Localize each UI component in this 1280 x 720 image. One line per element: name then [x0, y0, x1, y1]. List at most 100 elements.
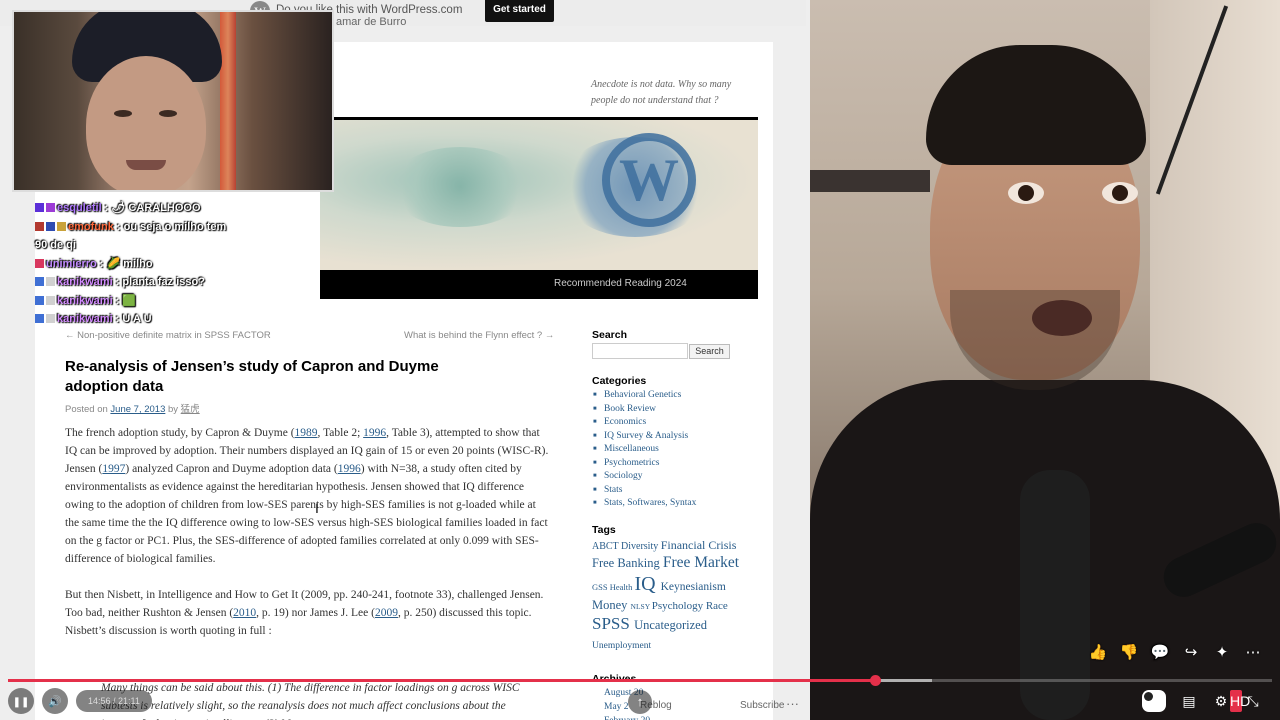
- chat-text-continuation: 90 de qi: [35, 239, 76, 251]
- tag-link[interactable]: SPSS: [592, 614, 634, 633]
- citation-link[interactable]: 2010: [233, 607, 256, 619]
- search-button[interactable]: Search: [689, 344, 730, 359]
- chat-emote-icon: 🟩: [122, 294, 137, 307]
- tag-link[interactable]: IQ: [635, 573, 661, 595]
- dislike-icon[interactable]: 👎: [1119, 643, 1139, 663]
- text-cursor-icon: I: [315, 500, 319, 516]
- category-link[interactable]: Book Review: [592, 403, 696, 417]
- seek-handle[interactable]: [870, 675, 881, 686]
- scroll-up-button[interactable]: ↑: [628, 690, 652, 714]
- next-post-link[interactable]: What is behind the Flynn effect ? →: [404, 330, 554, 341]
- category-link[interactable]: Stats: [592, 484, 696, 498]
- chat-username[interactable]: esquletil: [57, 202, 102, 214]
- autoplay-toggle[interactable]: [1142, 690, 1166, 712]
- tag-link[interactable]: Money: [592, 598, 631, 612]
- citation-link[interactable]: 1997: [102, 463, 125, 475]
- category-link[interactable]: Psychometrics: [592, 457, 696, 471]
- blockquote: Many things can be said about this. (1) …: [101, 682, 520, 720]
- captions-icon[interactable]: ▤: [1178, 690, 1200, 712]
- chat-text: planta faz isso?: [122, 276, 205, 288]
- tag-link[interactable]: Diversity: [621, 541, 661, 552]
- seek-bar[interactable]: [8, 675, 1272, 686]
- chat-badge-icon: [35, 314, 44, 323]
- tag-link[interactable]: Free Market: [663, 554, 739, 571]
- tag-link[interactable]: Psychology: [652, 600, 706, 612]
- chat-separator: :: [96, 257, 107, 270]
- chat-message: kanikwami : 🟩: [35, 292, 355, 311]
- category-link[interactable]: Sociology: [592, 470, 696, 484]
- tag-link[interactable]: Unemployment: [592, 641, 651, 651]
- time-display: 14:56 / 21:11: [76, 690, 152, 712]
- settings-icon[interactable]: ⚙: [1210, 690, 1232, 712]
- chat-username[interactable]: unimierro: [46, 258, 97, 270]
- more-options-icon[interactable]: ···: [786, 696, 799, 711]
- archive-link[interactable]: February 20: [604, 714, 650, 720]
- chat-separator: :: [112, 313, 123, 325]
- citation-link[interactable]: 1989: [295, 427, 318, 439]
- tag-link[interactable]: ABCT: [592, 541, 621, 552]
- citation-link[interactable]: 1996: [363, 427, 386, 439]
- chat-message: emofunk : ou seja o milho tem: [35, 218, 355, 237]
- previous-post-link[interactable]: ← Non-positive definite matrix in SPSS F…: [65, 330, 271, 341]
- presenter-video: [810, 0, 1280, 720]
- pause-icon: ❚❚: [12, 697, 30, 708]
- chat-username[interactable]: kanikwami: [57, 295, 113, 307]
- category-link[interactable]: IQ Survey & Analysis: [592, 430, 696, 444]
- tag-link[interactable]: NLSY: [631, 602, 652, 611]
- menu-item-recommended-reading[interactable]: Recommended Reading 2024: [554, 278, 687, 289]
- chat-text: CARALHOOO: [125, 202, 201, 214]
- category-link[interactable]: Behavioral Genetics: [592, 389, 696, 403]
- tag-link[interactable]: Health: [610, 582, 635, 592]
- pause-button[interactable]: ❚❚: [8, 688, 34, 714]
- chat-separator: :: [112, 294, 123, 307]
- search-heading: Search: [592, 329, 628, 341]
- comment-icon[interactable]: 💬: [1150, 643, 1170, 663]
- category-link[interactable]: Stats, Softwares, Syntax: [592, 497, 696, 511]
- share-icon[interactable]: ↪: [1181, 643, 1201, 663]
- meta-by: by: [165, 404, 181, 415]
- tag-link[interactable]: GSS: [592, 582, 610, 592]
- citation-link[interactable]: 1996: [338, 463, 361, 475]
- chat-badge-icon: [46, 295, 55, 305]
- nav-menu: [320, 270, 758, 299]
- tag-link[interactable]: Financial Crisis: [661, 538, 737, 552]
- chat-badge-icon: [35, 258, 44, 268]
- author-link[interactable]: 猛虎: [181, 404, 200, 415]
- chat-emote-icon: 🌶: [111, 202, 126, 214]
- background-shelf: [810, 170, 930, 192]
- citation-link[interactable]: 2009: [375, 607, 398, 619]
- subscribe-button[interactable]: Subscribe: [740, 700, 784, 711]
- shorts-action-bar: 👍 👎 💬 ↪ ✦ ⋯: [1088, 643, 1268, 665]
- tag-link[interactable]: Keynesianism: [661, 581, 726, 593]
- exit-fullscreen-icon[interactable]: ⤡: [1242, 690, 1264, 712]
- category-link[interactable]: Economics: [592, 416, 696, 430]
- tag-link[interactable]: Race: [706, 600, 728, 612]
- chat-badge-icon: [46, 314, 55, 323]
- post-date-link[interactable]: June 7, 2013: [110, 404, 165, 415]
- chat-username[interactable]: kanikwami: [57, 276, 113, 288]
- chat-badge-icon: [35, 277, 44, 286]
- background-light: [220, 12, 236, 190]
- chat-username[interactable]: kanikwami: [57, 313, 113, 325]
- category-link[interactable]: Miscellaneous: [592, 443, 696, 457]
- remix-icon[interactable]: ✦: [1212, 643, 1232, 663]
- tag-link[interactable]: Free Banking: [592, 556, 663, 570]
- chat-separator: :: [101, 202, 112, 214]
- eye: [159, 110, 177, 117]
- blog-screenshot: W Do you like this with WordPress.com am…: [0, 0, 810, 720]
- chat-badge-icon: [35, 295, 44, 305]
- banner-decoration: [390, 147, 530, 227]
- chat-username[interactable]: emofunk: [68, 221, 114, 233]
- volume-button[interactable]: 🔊: [42, 688, 68, 714]
- tag-cloud: ABCT Diversity Financial Crisis Free Ban…: [592, 536, 742, 653]
- get-started-button[interactable]: Get started: [485, 0, 554, 22]
- more-icon[interactable]: ⋯: [1243, 643, 1263, 663]
- like-icon[interactable]: 👍: [1088, 643, 1108, 663]
- pupil: [1018, 185, 1034, 201]
- eye: [114, 110, 132, 117]
- tag-link[interactable]: Uncategorized: [634, 618, 707, 632]
- post-paragraph: The french adoption study, by Capron & D…: [65, 427, 549, 565]
- search-input[interactable]: [592, 343, 688, 359]
- chat-text: U A U: [122, 313, 152, 325]
- presenter-hair: [926, 45, 1146, 165]
